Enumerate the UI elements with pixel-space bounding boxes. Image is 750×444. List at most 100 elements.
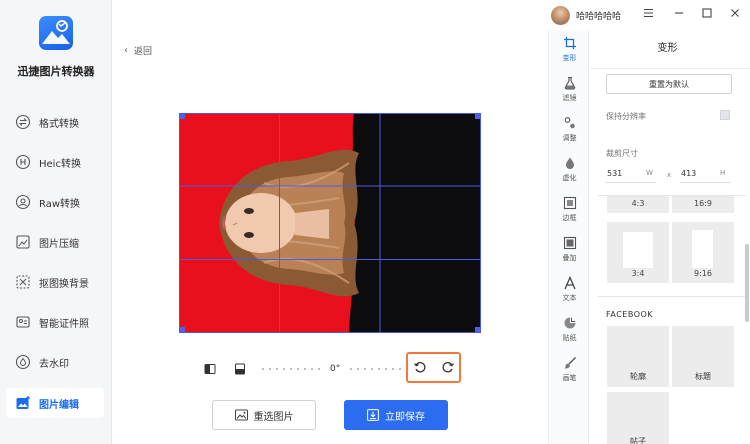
adjust-icon (549, 115, 590, 131)
reset-default-button[interactable]: 重置为默认 (606, 74, 732, 94)
image-edit-icon (15, 395, 31, 411)
brush-icon (549, 355, 590, 371)
compress-icon (15, 234, 31, 250)
tool-label: 叠加 (562, 254, 577, 262)
chevron-left-icon: ‹ (124, 45, 128, 56)
rotate-right-icon (441, 359, 455, 378)
ratio-9-16[interactable]: 9:16 (672, 222, 734, 283)
tool-label: 滤镜 (562, 94, 577, 102)
panel-scrollbar[interactable] (745, 244, 749, 322)
preset-preview-shape (672, 344, 718, 350)
keep-resolution-checkbox[interactable] (720, 110, 730, 120)
tool-text[interactable]: 文本 (549, 275, 590, 303)
sidebar-item-label: 图片压缩 (39, 238, 79, 250)
facebook-section-title: FACEBOOK (606, 310, 654, 319)
tool-label: 变形 (562, 54, 577, 62)
facebook-cover-preset[interactable]: 标题 (672, 326, 734, 387)
width-unit-label: W (646, 169, 653, 177)
facebook-profile-preset[interactable]: 轮廓 (607, 326, 669, 387)
preset-preview-shape (607, 348, 629, 360)
panel-divider (590, 68, 750, 69)
sidebar-item-label: 去水印 (39, 358, 69, 370)
heic-icon (15, 154, 31, 170)
maximize-button[interactable] (699, 6, 715, 22)
ratio-3-4[interactable]: 3:4 (607, 222, 669, 283)
preset-preview-shape (607, 392, 653, 430)
tool-transform[interactable]: 变形 (549, 35, 590, 63)
sidebar-item-raw[interactable]: Raw转换 (6, 187, 104, 217)
menu-button[interactable] (640, 6, 656, 22)
tool-overlay[interactable]: 叠加 (549, 235, 590, 263)
tool-brush[interactable]: 画笔 (549, 355, 590, 383)
save-now-label: 立即保存 (385, 411, 425, 423)
close-button[interactable] (727, 6, 743, 22)
tool-label: 贴纸 (562, 334, 577, 342)
transform-panel: 变形 重置为默认 保持分辨率 裁剪尺寸 531 W x 413 H 4:3 16… (590, 30, 750, 444)
sidebar-item-label: Raw转换 (39, 198, 81, 210)
sidebar: 迅捷图片转换器 格式转换 Heic转换 Raw转换 图片压缩 抠图换背景 智能证… (0, 0, 112, 444)
app-logo-icon (39, 16, 73, 50)
rotate-right-button[interactable] (440, 360, 456, 376)
keep-resolution-label: 保持分辨率 (606, 112, 646, 121)
ratio-label: 16:9 (694, 199, 712, 208)
user-name[interactable]: 哈哈哈哈哈 (576, 9, 621, 22)
watermark-icon (15, 354, 31, 370)
back-label: 返回 (134, 47, 153, 57)
panel-divider (598, 296, 746, 297)
maximize-icon (702, 7, 712, 21)
sidebar-item-format-convert[interactable]: 格式转换 (6, 107, 104, 137)
reselect-image-button[interactable]: 重选图片 (212, 400, 316, 430)
save-now-button[interactable]: 立即保存 (344, 400, 448, 430)
photo-illustration (179, 113, 481, 333)
format-convert-icon (15, 114, 31, 130)
dimension-times-label: x (667, 171, 672, 179)
preset-preview-shape (607, 326, 653, 336)
rotation-slider-left[interactable] (262, 368, 320, 370)
border-icon (549, 195, 590, 211)
ratio-16-9[interactable]: 16:9 (672, 196, 734, 213)
tool-label: 虚化 (562, 174, 577, 182)
ratio-label: 3:4 (631, 269, 645, 278)
text-icon (549, 275, 590, 291)
image-icon (234, 409, 248, 421)
ratio-preview-shape (692, 230, 713, 268)
ratio-4-3[interactable]: 4:3 (607, 196, 669, 213)
rotate-left-icon (413, 359, 427, 378)
tool-adjust[interactable]: 调整 (549, 115, 590, 143)
sidebar-item-watermark[interactable]: 去水印 (6, 347, 104, 377)
tool-label: 边框 (562, 214, 577, 222)
tool-filter[interactable]: 滤镜 (549, 75, 590, 103)
overlay-icon (549, 235, 590, 251)
panel-title: 变形 (657, 43, 678, 54)
minimize-button[interactable] (671, 6, 687, 22)
facebook-post-preset[interactable]: 帖子 (607, 392, 669, 444)
flip-vertical-button[interactable] (233, 362, 247, 376)
rotation-angle-label: 0° (330, 364, 341, 374)
sidebar-item-compress[interactable]: 图片压缩 (6, 227, 104, 257)
flip-horizontal-button[interactable] (203, 362, 217, 376)
tool-label: 文本 (562, 294, 577, 302)
tool-label: 画笔 (562, 374, 577, 382)
user-avatar[interactable] (551, 6, 570, 25)
sidebar-item-image-edit[interactable]: 图片编辑 (6, 388, 104, 418)
id-photo-icon (15, 314, 31, 330)
close-icon (730, 8, 740, 21)
ratio-label: 9:16 (694, 269, 712, 278)
ratio-preview-shape (623, 232, 653, 268)
flip-vertical-icon (234, 360, 246, 379)
tool-sticker[interactable]: 贴纸 (549, 315, 590, 343)
sidebar-item-heic[interactable]: Heic转换 (6, 147, 104, 177)
sidebar-item-cutout[interactable]: 抠图换背景 (6, 267, 104, 297)
sticker-icon (549, 315, 590, 331)
sidebar-item-id-photo[interactable]: 智能证件照 (6, 307, 104, 337)
rotation-slider-right[interactable] (350, 368, 401, 370)
rotate-left-button[interactable] (412, 360, 428, 376)
raw-icon (15, 194, 31, 210)
back-button[interactable]: ‹ 返回 (124, 44, 152, 57)
image-canvas[interactable] (179, 113, 481, 333)
tool-blur[interactable]: 虚化 (549, 155, 590, 183)
tool-border[interactable]: 边框 (549, 195, 590, 223)
sidebar-item-label: Heic转换 (39, 158, 81, 170)
sidebar-item-label: 智能证件照 (39, 318, 89, 330)
app-name: 迅捷图片转换器 (17, 65, 95, 78)
